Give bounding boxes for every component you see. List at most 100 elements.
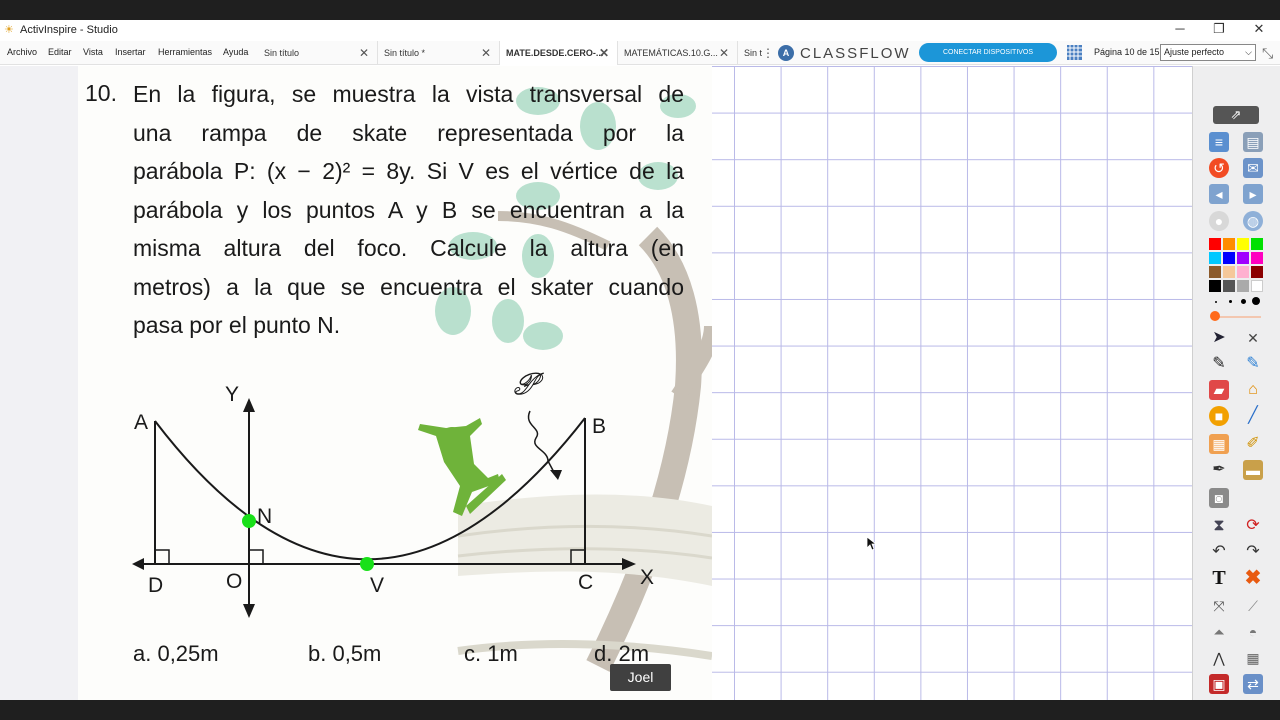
problem-line: misma altura del foco. Calcule la altura…: [133, 235, 684, 261]
color-darkred-swatch[interactable]: [1251, 266, 1263, 278]
bottom-bar: [0, 700, 1280, 720]
color-red-swatch[interactable]: [1209, 238, 1221, 250]
skater-figure: [418, 418, 506, 516]
color-cyan-swatch[interactable]: [1209, 252, 1221, 264]
label-x: X: [640, 566, 654, 589]
pen-width-2[interactable]: [1229, 300, 1232, 303]
pen-width-4[interactable]: [1252, 297, 1260, 305]
connector-icon[interactable]: ╱: [1243, 406, 1263, 426]
fill-icon[interactable]: ■: [1209, 406, 1229, 426]
share-icon[interactable]: ⇗: [1213, 106, 1259, 124]
menu-editar[interactable]: Editar: [48, 47, 72, 57]
compass-icon[interactable]: ⋀: [1209, 648, 1229, 668]
mouse-cursor-icon: [867, 537, 877, 551]
menu-ayuda[interactable]: Ayuda: [223, 47, 248, 57]
classflow-wordmark: CLASSFLOW: [800, 44, 911, 62]
grid-icon[interactable]: [1067, 45, 1082, 60]
globe-icon[interactable]: ◍: [1243, 211, 1263, 231]
tab-overflow-icon[interactable]: ⋮: [762, 41, 774, 65]
color-brown-swatch[interactable]: [1209, 266, 1221, 278]
chevron-down-icon: ⌵: [1245, 47, 1252, 57]
revealer-icon[interactable]: ✐: [1243, 434, 1263, 454]
semicircle-icon[interactable]: ◓: [1243, 622, 1263, 642]
menu-insertar[interactable]: Insertar: [115, 47, 146, 57]
menu-herramientas[interactable]: Herramientas: [158, 47, 212, 57]
eyedropper-icon[interactable]: ✒: [1209, 460, 1229, 480]
menu-archivo[interactable]: Archivo: [7, 47, 37, 57]
calculator-icon[interactable]: ▦: [1243, 648, 1263, 668]
connect-devices-button[interactable]: CONECTAR DISPOSITIVOS: [919, 43, 1057, 62]
desktop-annotate-icon[interactable]: ↺: [1209, 158, 1229, 178]
answer-a[interactable]: a. 0,25m: [133, 641, 219, 667]
problem-line: En la figura, se muestra la vista transv…: [133, 81, 684, 107]
problem-statement: En la figura, se muestra la vista transv…: [133, 75, 684, 345]
close-tab-icon[interactable]: ✕: [719, 41, 729, 65]
close-tab-icon[interactable]: ✕: [599, 41, 609, 65]
color-gray-swatch[interactable]: [1237, 280, 1249, 292]
color-purple-swatch[interactable]: [1237, 252, 1249, 264]
fullscreen-icon[interactable]: ⤡: [1262, 45, 1273, 62]
clipboard-icon[interactable]: ▬: [1243, 460, 1263, 480]
switch-profile-icon[interactable]: ⇄: [1243, 674, 1263, 694]
previous-page-icon[interactable]: ◂: [1209, 184, 1229, 204]
tab-label: Sin título: [264, 48, 300, 58]
magic-ink-icon[interactable]: ▦: [1209, 434, 1229, 454]
flipchart-browser-icon[interactable]: ≡: [1209, 132, 1229, 152]
page-indicator: Página 10 de 15: [1094, 47, 1160, 57]
close-tab-icon[interactable]: ✕: [481, 41, 491, 65]
menu-vista[interactable]: Vista: [83, 47, 103, 57]
color-black-swatch[interactable]: [1209, 280, 1221, 292]
color-peach-swatch[interactable]: [1223, 266, 1235, 278]
close-tab-icon[interactable]: ✕: [359, 41, 369, 65]
tab-mate-desde-cero[interactable]: MATE.DESDE.CERO-... ✕: [500, 41, 618, 65]
tab-matematicas[interactable]: MATEMÁTICAS.10.G... ✕: [618, 41, 738, 65]
screen-capture-icon[interactable]: ✉: [1243, 158, 1263, 178]
expand-icon[interactable]: ⤧: [1209, 596, 1229, 616]
text-tool-icon[interactable]: T: [1209, 568, 1229, 588]
eraser-icon[interactable]: ▰: [1209, 380, 1229, 400]
delete-icon[interactable]: ✖: [1243, 568, 1263, 588]
color-orange-swatch[interactable]: [1223, 238, 1235, 250]
camera-icon[interactable]: ◙: [1209, 488, 1229, 508]
reset-page-icon[interactable]: ⟳: [1243, 516, 1263, 536]
ruler-icon[interactable]: ⟋: [1243, 596, 1263, 616]
minimize-button[interactable]: ─: [1160, 20, 1200, 40]
tab-sin-titulo-3[interactable]: Sin t ⋮: [738, 41, 776, 65]
close-window-button[interactable]: ✕: [1239, 20, 1279, 40]
tab-sin-titulo-2[interactable]: Sin título * ✕: [378, 41, 500, 65]
color-blue-swatch[interactable]: [1223, 252, 1235, 264]
answer-c[interactable]: c. 1m: [464, 641, 518, 667]
pen-width-3[interactable]: [1241, 299, 1246, 304]
protractor-icon[interactable]: ⏶: [1209, 622, 1229, 642]
right-angle-c: [570, 549, 585, 564]
save-icon[interactable]: ▣: [1209, 674, 1229, 694]
color-magenta-swatch[interactable]: [1251, 252, 1263, 264]
shape-icon[interactable]: ⌂: [1243, 380, 1263, 400]
highlighter-icon[interactable]: ✎: [1243, 354, 1263, 374]
resource-browser-icon[interactable]: ▤: [1243, 132, 1263, 152]
color-darkgray-swatch[interactable]: [1223, 280, 1235, 292]
classflow-brand[interactable]: A CLASSFLOW: [778, 43, 911, 63]
pen-icon[interactable]: ✎: [1209, 354, 1229, 374]
flipchart-canvas[interactable]: 10. En la figura, se muestra la vista tr…: [0, 66, 1192, 700]
color-green-swatch[interactable]: [1251, 238, 1263, 250]
maximize-button[interactable]: ❐: [1199, 20, 1239, 40]
left-margin: [0, 66, 78, 700]
pen-width-1[interactable]: [1215, 301, 1217, 303]
tab-sin-titulo-1[interactable]: Sin título ✕: [258, 41, 378, 65]
grid-background[interactable]: [712, 66, 1192, 700]
next-page-icon[interactable]: ▸: [1243, 184, 1263, 204]
color-pink-swatch[interactable]: [1237, 266, 1249, 278]
color-white-swatch[interactable]: [1251, 280, 1263, 292]
record-icon[interactable]: ●: [1209, 211, 1229, 231]
undo-icon[interactable]: ↶: [1209, 542, 1229, 562]
p-pointer: [527, 410, 557, 477]
answer-b[interactable]: b. 0,5m: [308, 641, 381, 667]
redo-icon[interactable]: ↷: [1243, 542, 1263, 562]
color-yellow-swatch[interactable]: [1237, 238, 1249, 250]
pen-width-slider-handle[interactable]: [1210, 311, 1220, 321]
tools-icon[interactable]: ✕: [1243, 328, 1263, 348]
hourglass-icon[interactable]: ⧗: [1209, 516, 1229, 536]
zoom-select[interactable]: Ajuste perfecto ⌵: [1160, 44, 1256, 61]
select-arrow-icon[interactable]: ➤: [1209, 328, 1229, 348]
